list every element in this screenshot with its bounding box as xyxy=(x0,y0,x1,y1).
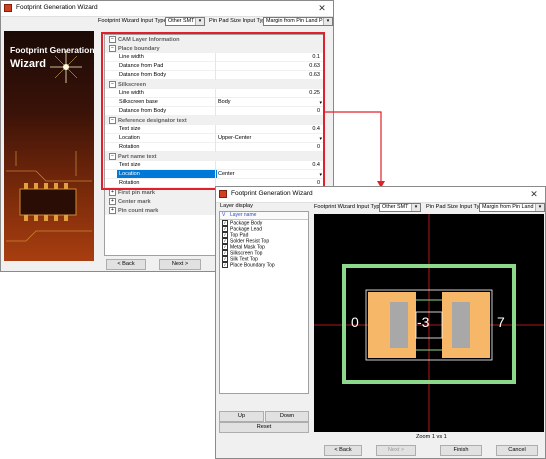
cancel-button[interactable]: Cancel xyxy=(496,445,538,456)
body-left xyxy=(390,302,408,348)
chevron-down-icon: ▾ xyxy=(411,204,420,211)
pin-label-center: -3 xyxy=(417,314,430,330)
window-title: Footprint Generation Wizard xyxy=(231,190,313,197)
title-bar: Footprint Generation Wizard ✕ xyxy=(216,187,545,203)
checkbox[interactable]: ✓ xyxy=(222,262,228,268)
input-type-value: Other SMT xyxy=(382,204,409,210)
close-icon[interactable]: ✕ xyxy=(523,187,545,201)
layer-list-header: V Layer name xyxy=(220,212,308,220)
down-button[interactable]: Down xyxy=(265,411,309,422)
next-button: Next > xyxy=(376,445,416,456)
pin-label-right: 7 xyxy=(497,314,505,330)
input-type-label: Footprint Wizard Input Type xyxy=(314,204,383,210)
up-button[interactable]: Up xyxy=(219,411,264,422)
reset-button[interactable]: Reset xyxy=(219,422,309,433)
pin-label-left: 0 xyxy=(351,314,359,330)
layer-display-label: Layer display xyxy=(220,203,253,209)
app-icon xyxy=(219,190,227,198)
body-right xyxy=(452,302,470,348)
layer-row[interactable]: ✓ Place Boundary Top xyxy=(221,262,307,268)
wizard-window-preview: Footprint Generation Wizard ✕ Layer disp… xyxy=(215,186,546,459)
col-layer-name[interactable]: Layer name xyxy=(230,212,256,219)
footprint-preview-canvas[interactable]: 0 -3 7 xyxy=(314,214,544,432)
chevron-down-icon: ▾ xyxy=(535,204,544,211)
pad-size-label: Pin Pad Size Input Type xyxy=(426,204,486,210)
finish-button[interactable]: Finish xyxy=(440,445,482,456)
input-type-select[interactable]: Other SMT ▾ xyxy=(379,203,421,212)
layer-list: V Layer name ✓ Package Body ✓ Package Lead… xyxy=(219,211,309,394)
layer-name: Place Boundary Top xyxy=(230,262,275,269)
zoom-readout: Zoom 1 vs 1 xyxy=(416,434,447,440)
back-button[interactable]: < Back xyxy=(324,445,362,456)
col-visible[interactable]: V xyxy=(222,212,225,219)
pad-size-select[interactable]: Margin from Pin Land Patt ▾ xyxy=(479,203,545,212)
